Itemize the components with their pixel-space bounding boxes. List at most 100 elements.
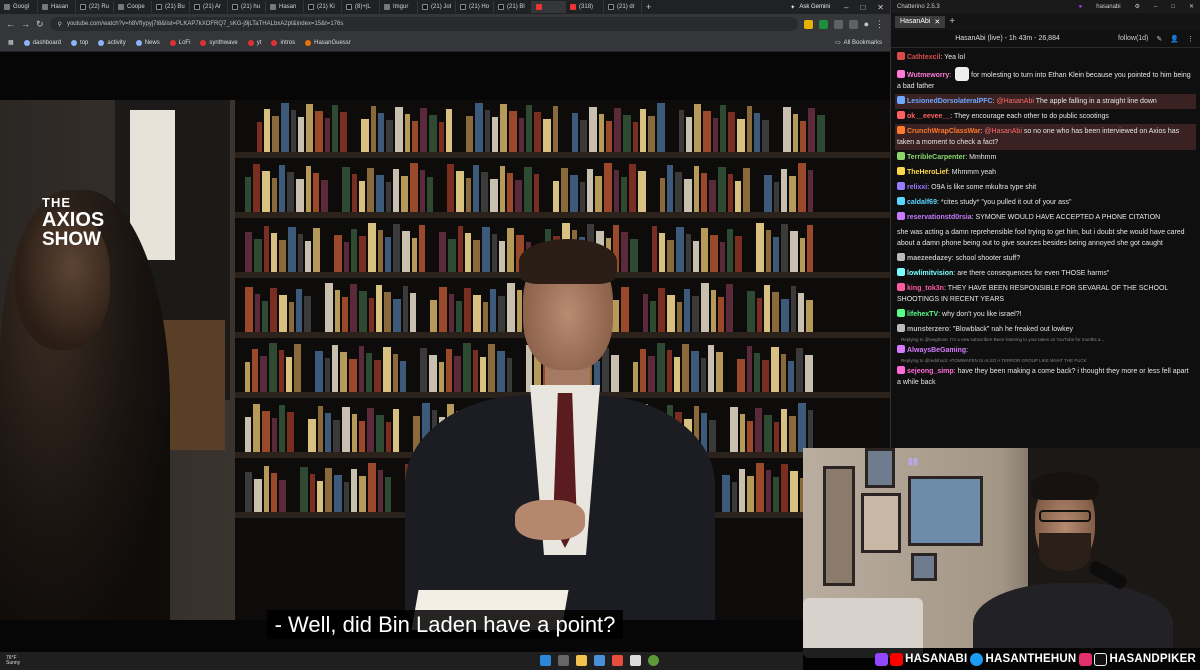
browser-tab[interactable]: (21) dr [604, 1, 643, 13]
chat-message[interactable]: maezeedazey: school shooter stuff? [895, 251, 1196, 266]
new-tab-button[interactable]: + [642, 2, 655, 12]
browser-tab-active[interactable] [532, 1, 567, 13]
chat-message[interactable]: lifehexTV: why don't you like israel?! [895, 307, 1196, 322]
chat-message[interactable]: caldalf69: *cites study* "you pulled it … [895, 195, 1196, 210]
close-icon[interactable]: ✕ [871, 3, 890, 12]
account-name[interactable]: hasanabi [1096, 4, 1120, 10]
chat-mention[interactable]: @HasanAbi [996, 98, 1033, 105]
chat-username[interactable]: CrunchWrapClassWar [907, 128, 981, 135]
chat-message[interactable]: king_tok3n: THEY HAVE BEEN RESPONSIBLE F… [895, 281, 1196, 307]
follow-mode-label[interactable]: follow(1d) [1118, 35, 1148, 43]
more-icon[interactable]: ⋮ [1187, 35, 1194, 43]
close-icon[interactable]: ✕ [934, 18, 940, 26]
browser-tab[interactable]: (21) Ki [304, 1, 343, 13]
profile-icon[interactable]: ● [864, 19, 869, 29]
extension-icon[interactable] [803, 19, 813, 29]
users-icon[interactable]: 👤 [1170, 35, 1179, 43]
chat-message[interactable]: relixxi: O9A is like some mkultra type s… [895, 180, 1196, 195]
back-icon[interactable]: ← [6, 19, 15, 29]
site-info-icon[interactable]: ⚲ [58, 21, 62, 28]
browser-tab[interactable]: (21) Jol [418, 1, 457, 13]
chat-username[interactable]: lowlimitvision [907, 270, 953, 277]
chat-message[interactable]: she was acting a damn reprehensible fool… [895, 225, 1196, 251]
tab-hasanabi[interactable]: HasanAbi ✕ [895, 15, 946, 28]
address-bar[interactable]: ⚲ youtube.com/watch?v=h8VfIypyj7l8&list=… [49, 17, 798, 31]
chat-username[interactable]: TerribleCarpenter [907, 154, 965, 161]
bookmark[interactable]: intros [271, 39, 295, 46]
search-icon[interactable] [558, 655, 569, 666]
chat-message[interactable]: CrunchWrapClassWar: @HasanAbi so no one … [895, 124, 1196, 150]
bookmark[interactable]: yt [247, 39, 261, 46]
chat-message[interactable]: Wutmeworry: for molesting to turn into E… [895, 65, 1196, 94]
chat-username[interactable]: reservationstd0rsia [907, 214, 972, 221]
maximize-icon[interactable]: □ [1171, 4, 1175, 10]
minimize-icon[interactable]: – [1154, 4, 1157, 10]
browser-tab[interactable]: (21) Bu [152, 1, 191, 13]
chat-message[interactable]: lowlimitvision: are there consequences f… [895, 266, 1196, 281]
weather-widget[interactable]: 76°F Sunny [6, 655, 20, 667]
chat-username[interactable]: TheHeroLief [907, 169, 948, 176]
browser-tab[interactable]: Hasan [266, 1, 305, 13]
minimize-icon[interactable]: – [838, 3, 854, 12]
chrome-icon[interactable] [648, 655, 659, 666]
browser-tab[interactable]: (21) Ar [190, 1, 229, 13]
browser-tab[interactable]: Googl [0, 1, 38, 13]
browser-tab[interactable]: (21) Bl [494, 1, 533, 13]
chat-username[interactable]: LesionedDorsolateralPFC [907, 98, 993, 105]
browser-tab[interactable]: (21) hu [228, 1, 267, 13]
chat-username[interactable]: king_tok3n [907, 285, 944, 292]
forward-icon[interactable]: → [21, 19, 30, 29]
all-bookmarks-button[interactable]: ▭ All Bookmarks [835, 39, 882, 47]
chat-message[interactable]: AlwaysBeGaming: [895, 343, 1196, 358]
chat-message[interactable]: ok__eevee__: They encourage each other t… [895, 109, 1196, 124]
browser-tab[interactable]: Coope [114, 1, 153, 13]
chat-message[interactable]: LesionedDorsolateralPFC: @HasanAbi The a… [895, 94, 1196, 109]
bookmark[interactable]: top [71, 39, 88, 46]
browser-tab[interactable]: (22) Ru [76, 1, 115, 13]
menu-icon[interactable]: ⋮ [875, 19, 884, 30]
edit-icon[interactable]: ✎ [1156, 35, 1162, 43]
browser-tab[interactable]: (318) [566, 1, 605, 13]
chat-message[interactable]: TheHeroLief: Mhmmm yeah [895, 165, 1196, 180]
reload-icon[interactable]: ↻ [36, 19, 44, 30]
bookmark[interactable]: LoFi [169, 39, 190, 46]
add-tab-button[interactable]: + [949, 16, 955, 27]
chat-username[interactable]: caldalf69 [907, 199, 937, 206]
chat-username[interactable]: munsterzero [907, 326, 949, 333]
ask-gemini-button[interactable]: ✦ Ask Gemini [790, 4, 838, 11]
browser-tab[interactable]: (8)+|L [342, 1, 381, 13]
chat-username[interactable]: lifehexTV [907, 311, 938, 318]
start-icon[interactable] [540, 655, 551, 666]
bookmark[interactable]: activity [98, 39, 126, 46]
browser-tab[interactable]: (21) Ho [456, 1, 495, 13]
browser-tab[interactable]: Hasan [38, 1, 76, 13]
chat-message[interactable]: TerribleCarpenter: Mmhmm [895, 150, 1196, 165]
extension-icon[interactable] [833, 19, 843, 29]
chat-username[interactable]: AlwaysBeGaming [907, 347, 966, 354]
close-icon[interactable]: ✕ [1189, 3, 1194, 10]
browser-tab[interactable]: Imgur [380, 1, 419, 13]
chat-message[interactable]: Cathtexcil: Yea lol [895, 50, 1196, 65]
chat-username[interactable]: relixxi [907, 184, 927, 191]
app-icon[interactable] [594, 655, 605, 666]
chat-message[interactable]: munsterzero: "Blowblack" nah he freaked … [895, 322, 1196, 337]
extension-icon[interactable] [848, 19, 858, 29]
extension-icon[interactable] [818, 19, 828, 29]
bookmark[interactable]: HasanGuessr [305, 39, 351, 46]
chat-username[interactable]: maezeedazey [907, 255, 952, 262]
chat-username[interactable]: Wutmeworry [907, 72, 949, 79]
chat-message[interactable]: reservationstd0rsia: SYMONE WOULD HAVE A… [895, 210, 1196, 225]
settings-icon[interactable]: ⚙ [1135, 3, 1140, 10]
chat-mention[interactable]: @HasanAbi [984, 128, 1021, 135]
chat-username[interactable]: Cathtexcil [907, 54, 940, 61]
app-icon[interactable] [612, 655, 623, 666]
bookmark[interactable]: dashboard [23, 39, 61, 46]
chat-username[interactable]: ok__eevee__ [907, 113, 950, 120]
app-icon[interactable] [630, 655, 641, 666]
chat-username[interactable]: sejeong_simp [907, 368, 954, 375]
bookmark[interactable]: synthwave [200, 39, 238, 46]
bookmark[interactable]: News [135, 39, 160, 46]
maximize-icon[interactable]: □ [854, 3, 871, 12]
apps-icon[interactable]: ▦ [8, 39, 14, 46]
chat-message[interactable]: sejeong_simp: have they been making a co… [895, 364, 1196, 390]
